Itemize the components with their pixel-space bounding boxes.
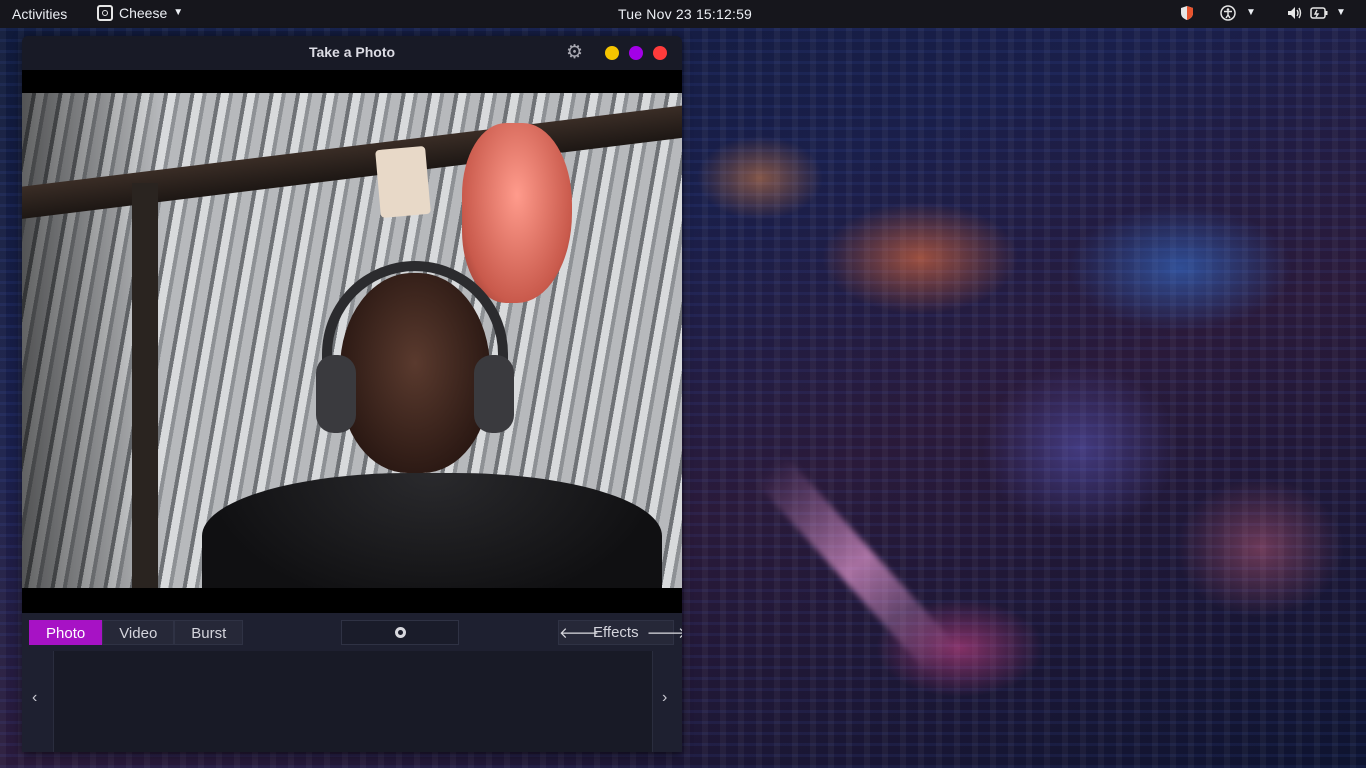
thumbnail-list[interactable] <box>53 651 653 752</box>
preview-person-body <box>202 473 662 588</box>
app-menu-label: Cheese <box>119 5 168 21</box>
mode-selector: Photo Video Burst <box>29 620 244 645</box>
mode-video-button[interactable]: Video <box>102 620 175 645</box>
webcam-preview <box>22 93 682 588</box>
activities-button[interactable]: Activities <box>12 6 67 22</box>
preview-poster <box>375 145 431 219</box>
camera-viewport <box>22 70 682 613</box>
chevron-down-icon[interactable]: ▼ <box>1336 7 1346 18</box>
app-menu[interactable]: Cheese ▼ <box>97 5 183 21</box>
accessibility-icon[interactable] <box>1220 5 1236 24</box>
window-titlebar[interactable]: Take a Photo ⚙ <box>22 36 682 70</box>
close-button[interactable] <box>653 46 667 60</box>
cheese-window: Take a Photo ⚙ Photo Video Burst 🡐 Effec… <box>22 36 682 752</box>
arrow-right-icon[interactable]: 🡒 <box>647 623 682 642</box>
preview-cloth <box>462 123 572 303</box>
chevron-down-icon[interactable]: ▼ <box>1246 7 1256 18</box>
chevron-down-icon: ▼ <box>173 7 184 18</box>
effects-navigator: 🡐 Effects 🡒 <box>558 620 682 645</box>
mode-burst-button[interactable]: Burst <box>174 620 244 645</box>
volume-icon[interactable] <box>1286 5 1304 24</box>
preview-earcup-left <box>316 355 356 433</box>
gear-icon[interactable]: ⚙ <box>566 41 583 64</box>
mode-photo-button[interactable]: Photo <box>29 620 103 645</box>
preview-earcup-right <box>474 355 514 433</box>
chevron-right-icon[interactable]: › <box>662 689 667 707</box>
arrow-left-icon[interactable]: 🡐 <box>559 623 599 642</box>
battery-icon[interactable] <box>1310 6 1328 23</box>
wallpaper-street-lights <box>755 454 959 675</box>
minimize-button[interactable] <box>605 46 619 60</box>
cheese-app-icon <box>97 5 113 21</box>
maximize-button[interactable] <box>629 46 643 60</box>
take-photo-button[interactable] <box>341 620 459 645</box>
thumbnail-strip: ‹ › <box>22 649 682 752</box>
chevron-left-icon[interactable]: ‹ <box>32 689 37 707</box>
preview-post <box>132 183 158 588</box>
shield-icon[interactable] <box>1180 5 1194 24</box>
clock[interactable]: Tue Nov 23 15:12:59 <box>618 6 752 22</box>
capture-controls: Photo Video Burst 🡐 Effects 🡒 <box>22 613 682 649</box>
effects-button[interactable]: Effects <box>585 624 647 641</box>
webcam-icon <box>394 627 406 638</box>
top-bar: Activities Cheese ▼ Tue Nov 23 15:12:59 … <box>0 0 1366 28</box>
